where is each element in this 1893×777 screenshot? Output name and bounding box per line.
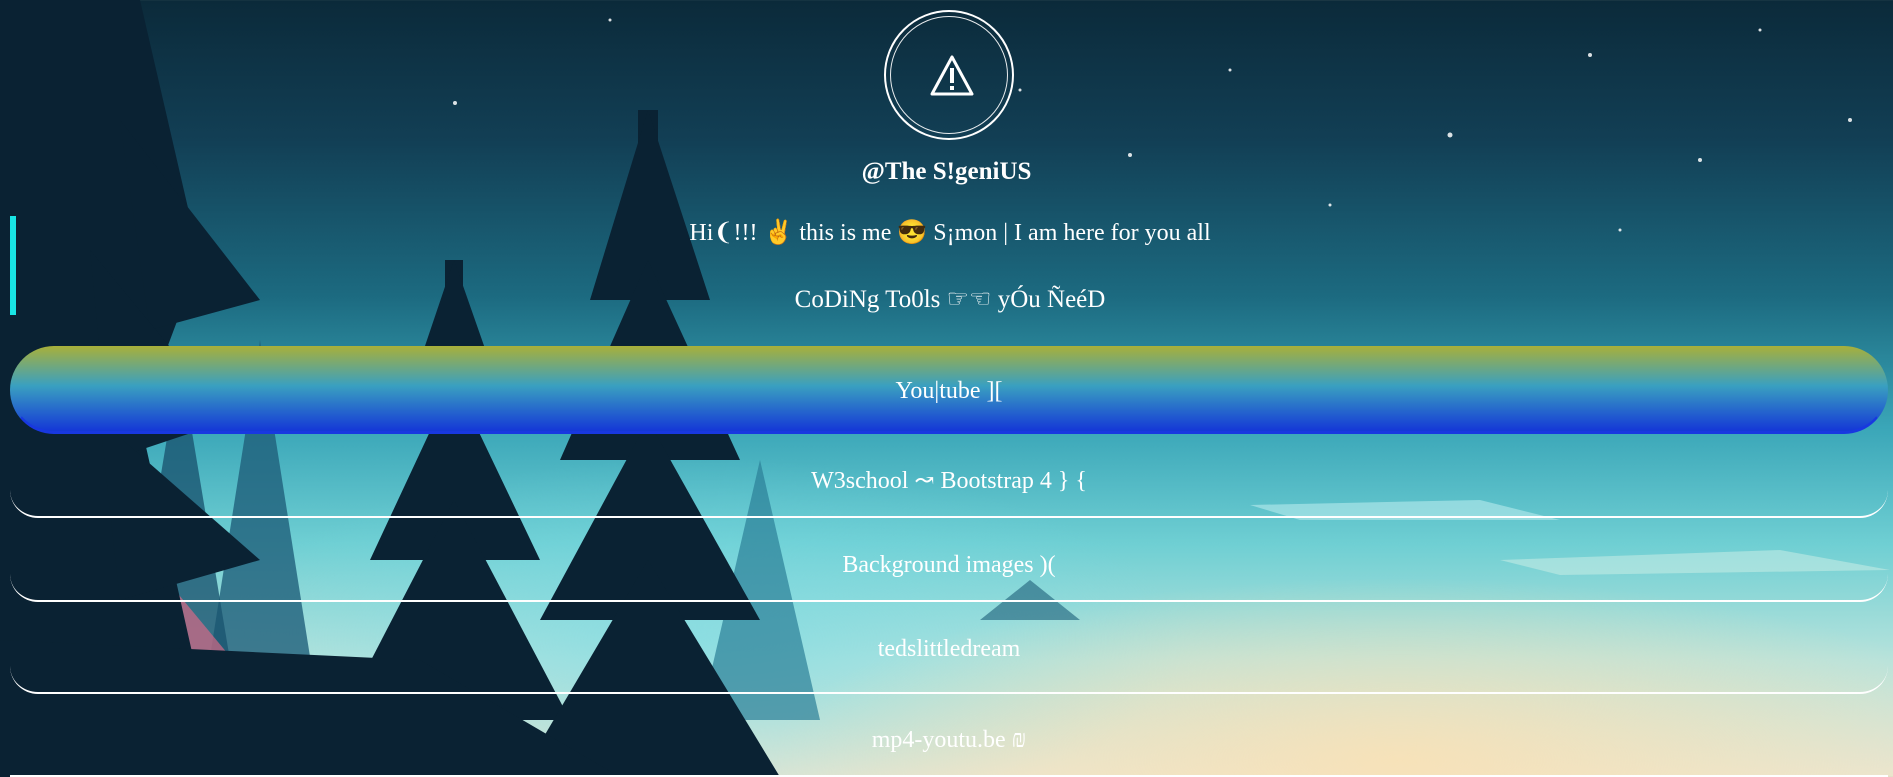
link-button-background-images[interactable]: Background images )( [10, 536, 1888, 602]
link-button-w3school[interactable]: W3school ↝ Bootstrap 4 } { [10, 452, 1888, 518]
link-button-mp4-youtube[interactable]: mp4-youtu.be ₪ [10, 712, 1888, 777]
warning-triangle-icon [930, 55, 974, 96]
tools-heading: CoDiNg To0ls ☞☜ yÓu ÑeéD [794, 286, 1106, 313]
profile-handle: @The S!geniUS [861, 158, 1032, 185]
profile-bio: Hi❨!!! ✌️ this is me 😎 S¡mon | I am here… [689, 220, 1211, 246]
link-label: Background images )( [842, 552, 1056, 578]
link-button-youtube[interactable]: You|tube ][ [10, 346, 1888, 434]
link-label: tedslittledream [877, 636, 1021, 662]
avatar [884, 10, 1014, 140]
link-button-tedslittledream[interactable]: tedslittledream [10, 620, 1888, 694]
link-label: You|tube ][ [895, 378, 1003, 404]
link-label: mp4-youtu.be ₪ [871, 727, 1027, 753]
link-label: W3school ↝ Bootstrap 4 } { [811, 468, 1087, 494]
